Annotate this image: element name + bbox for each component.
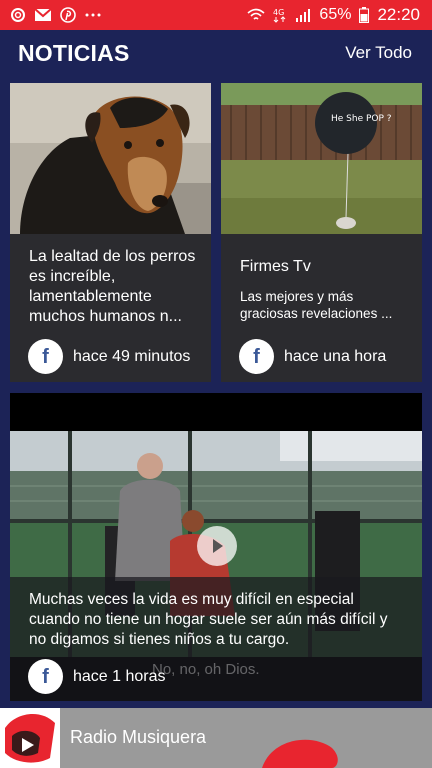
signal-icon: [295, 8, 311, 22]
notification-swirl-icon: [10, 7, 26, 23]
wifi-icon: [247, 8, 265, 22]
status-left-icons: [10, 7, 102, 23]
status-right-icons: 4G 65% 22:20: [247, 5, 420, 25]
card-time: hace una hora: [284, 347, 387, 365]
battery-percent: 65%: [319, 6, 352, 23]
dog-photo: [10, 83, 211, 234]
view-all-link[interactable]: Ver Todo: [345, 43, 412, 63]
radio-player-bar[interactable]: Radio Musiquera: [0, 708, 432, 768]
4g-icon: 4G: [273, 7, 287, 23]
card-footer: f hace 1 horas: [28, 659, 166, 694]
card-time: hace 1 horas: [73, 667, 166, 685]
card-time: hace 49 minutos: [73, 347, 191, 365]
more-dots-icon: [84, 12, 102, 18]
video-news-card[interactable]: No, no, oh Dios. Muchas veces la vida es…: [10, 393, 422, 701]
card-title: La lealtad de los perros es increíble, l…: [29, 248, 196, 325]
status-bar: 4G 65% 22:20: [0, 0, 432, 30]
news-card-firmes-tv[interactable]: He She POP ? Firmes Tv Las mejores y más…: [221, 83, 422, 382]
facebook-icon: f: [28, 659, 63, 694]
svg-text:4G: 4G: [273, 8, 284, 17]
clock: 22:20: [377, 5, 420, 24]
card-subtitle: Las mejores y más graciosas revelaciones…: [240, 289, 393, 321]
facebook-icon: f: [28, 339, 63, 374]
app-bar: NOTICIAS Ver Todo: [0, 30, 432, 76]
balloon-text: He She POP ?: [331, 114, 392, 124]
radio-play-logo-icon: [0, 708, 60, 768]
facebook-icon: f: [239, 339, 274, 374]
video-title: Muchas veces la vida es muy difícil en e…: [29, 591, 388, 648]
play-icon: [213, 539, 223, 553]
page-title: NOTICIAS: [18, 39, 130, 66]
pinterest-icon: [60, 7, 76, 23]
card-footer: f hace 49 minutos: [28, 339, 190, 374]
video-subtitle: No, no, oh Dios.: [152, 661, 260, 678]
battery-icon: [359, 7, 370, 23]
player-title: Radio Musiquera: [70, 727, 207, 747]
card-footer: f hace una hora: [239, 339, 386, 374]
gmail-icon: [34, 8, 52, 22]
card-title: Firmes Tv: [240, 258, 311, 275]
play-button[interactable]: [197, 526, 237, 566]
backyard-balloon-photo: He She POP ?: [221, 83, 422, 234]
player-background-art: [262, 739, 338, 768]
news-card-dog[interactable]: La lealtad de los perros es increíble, l…: [10, 83, 211, 382]
